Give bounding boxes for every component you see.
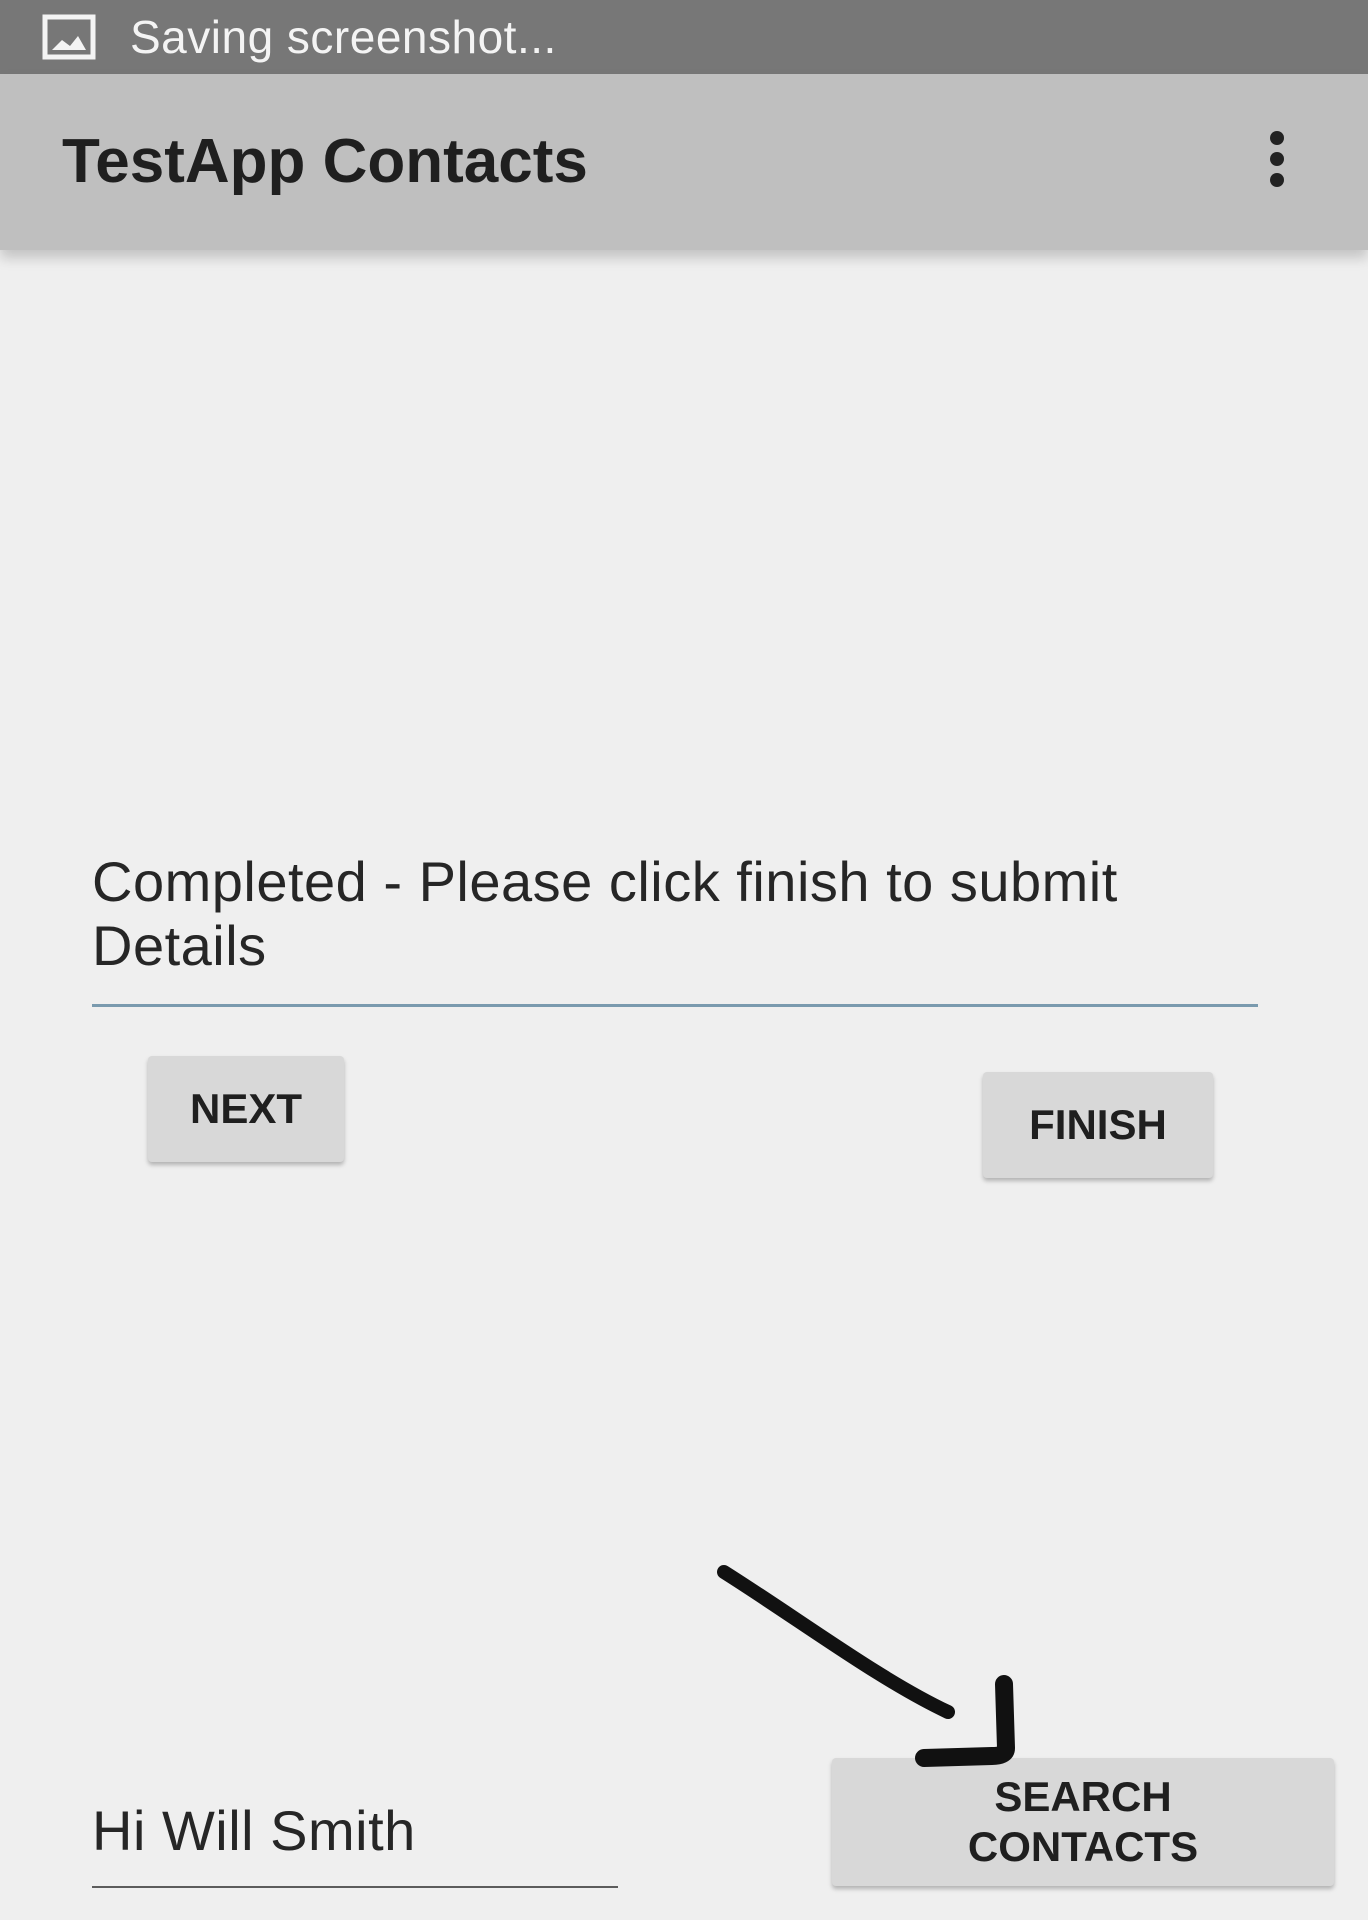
finish-button[interactable]: FINISH bbox=[983, 1072, 1213, 1178]
next-button[interactable]: NEXT bbox=[148, 1056, 344, 1162]
status-message-text: Completed - Please click finish to submi… bbox=[92, 850, 1118, 977]
greeting-text: Hi Will Smith bbox=[92, 1799, 416, 1862]
status-message-field[interactable]: Completed - Please click finish to submi… bbox=[92, 850, 1258, 1007]
app-bar: TestApp Contacts bbox=[0, 74, 1368, 250]
greeting-field[interactable]: Hi Will Smith bbox=[92, 1796, 618, 1888]
search-contacts-label-line2: CONTACTS bbox=[967, 1823, 1199, 1870]
screenshot-icon bbox=[42, 14, 96, 60]
status-bar: Saving screenshot... bbox=[0, 0, 1368, 74]
overflow-menu-icon[interactable] bbox=[1260, 126, 1294, 206]
search-contacts-button[interactable]: SEARCH CONTACTS bbox=[832, 1758, 1334, 1886]
search-contacts-label-line1: SEARCH bbox=[994, 1773, 1172, 1820]
status-text: Saving screenshot... bbox=[130, 11, 557, 63]
app-title: TestApp Contacts bbox=[62, 127, 588, 196]
